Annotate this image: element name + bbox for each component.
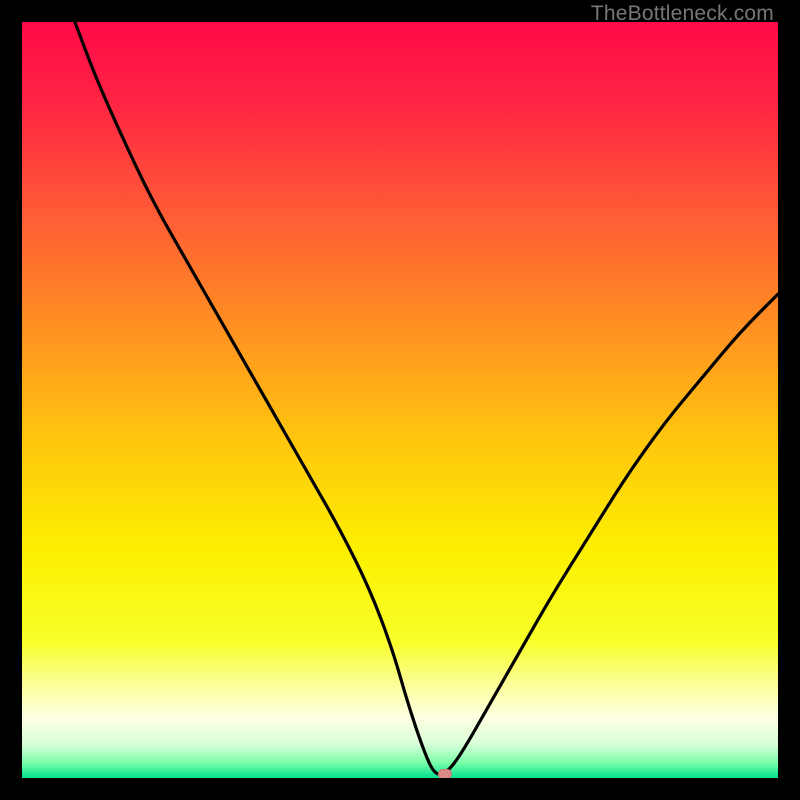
optimal-point-marker xyxy=(438,769,452,778)
watermark-text: TheBottleneck.com xyxy=(591,2,774,26)
bottleneck-curve xyxy=(22,22,778,778)
chart-frame: TheBottleneck.com xyxy=(0,0,800,800)
plot-area xyxy=(22,22,778,778)
